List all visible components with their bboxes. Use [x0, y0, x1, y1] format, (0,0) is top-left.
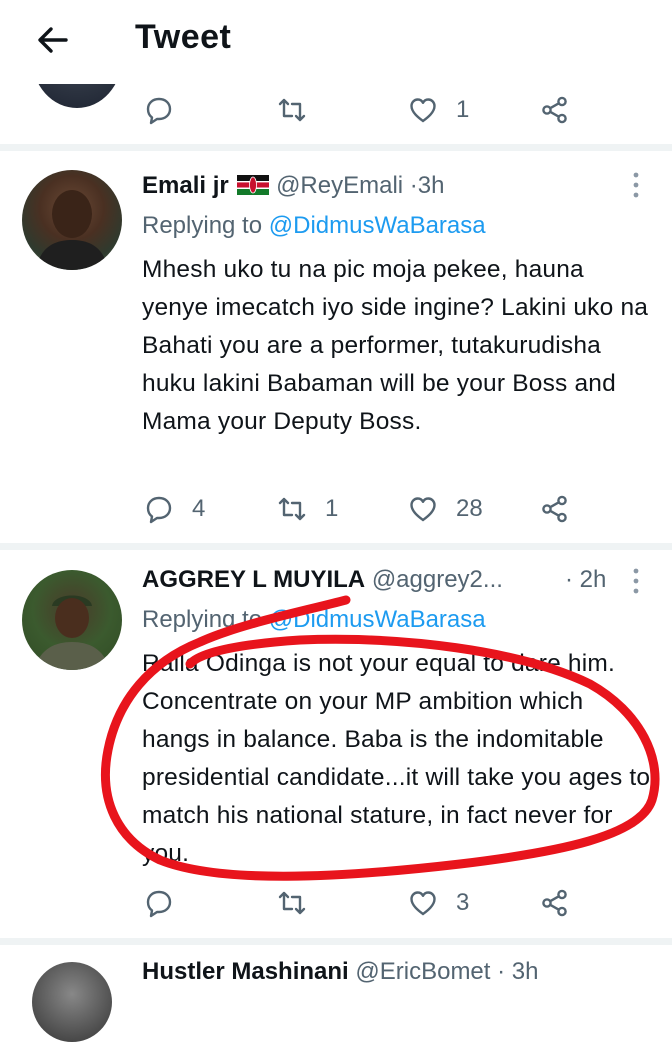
like-button[interactable]: 3	[408, 883, 469, 923]
tweet-time[interactable]: 2h	[580, 566, 607, 593]
back-button[interactable]	[32, 20, 72, 60]
tweet-divider	[0, 144, 672, 151]
tweet-header: AGGREY L MUYILA @aggrey2...	[142, 566, 503, 594]
like-button[interactable]: 1	[408, 90, 469, 130]
reply-icon	[146, 496, 172, 524]
action-bar: 4 1 28	[0, 489, 672, 529]
heart-icon	[410, 891, 436, 916]
avatar-person-icon	[36, 190, 108, 270]
tweet-time[interactable]: 3h	[418, 172, 445, 199]
replying-to-link[interactable]: @DidmusWaBarasa	[269, 212, 486, 239]
user-handle[interactable]: @EricBomet	[355, 958, 490, 985]
avatar[interactable]	[22, 570, 122, 670]
more-vertical-icon	[633, 172, 639, 198]
display-name[interactable]: Emali jr	[142, 172, 229, 199]
tweet-divider	[0, 938, 672, 945]
more-options-button[interactable]	[624, 566, 648, 596]
tweet-header: Emali jr @ReyEmali ·3h	[142, 172, 445, 200]
tweet-header: Hustler Mashinani @EricBomet · 3h	[142, 958, 539, 986]
share-icon	[542, 96, 567, 124]
tweet-text: Mhesh uko tu na pic moja pekee, hauna ye…	[142, 256, 649, 435]
share-button[interactable]	[540, 90, 570, 130]
kenya-flag-icon	[237, 174, 270, 195]
reply-icon	[146, 890, 172, 918]
action-bar: 3	[0, 883, 672, 923]
retweet-icon	[278, 891, 306, 915]
like-count: 3	[456, 889, 470, 916]
replying-to-link[interactable]: @DidmusWaBarasa	[269, 606, 486, 633]
more-vertical-icon	[633, 568, 639, 594]
reply-count: 4	[192, 495, 206, 522]
user-handle[interactable]: @aggrey2...	[372, 566, 503, 593]
retweet-icon	[278, 98, 306, 122]
display-name[interactable]: AGGREY L MUYILA	[142, 566, 365, 593]
like-count: 1	[456, 96, 470, 123]
dot-separator: ·	[409, 172, 418, 199]
replying-to-line: Replying to @DidmusWaBarasa	[142, 606, 486, 634]
page-title: Tweet	[135, 18, 232, 56]
replying-prefix: Replying to	[142, 606, 269, 633]
tweet-time-group: · 2h	[565, 566, 606, 594]
reply-icon	[146, 97, 172, 125]
reply-button[interactable]: 4	[144, 489, 205, 529]
like-button[interactable]: 28	[408, 489, 483, 529]
share-icon	[542, 889, 567, 917]
reply-button[interactable]	[144, 90, 174, 130]
dot-separator: ·	[497, 958, 506, 985]
share-button[interactable]	[540, 883, 570, 923]
heart-icon	[410, 98, 436, 123]
like-count: 28	[456, 495, 483, 522]
share-icon	[542, 495, 567, 523]
header-bar: Tweet	[0, 0, 672, 84]
tweet-divider	[0, 543, 672, 550]
heart-icon	[410, 497, 436, 522]
avatar[interactable]	[22, 170, 122, 270]
tweet-text: Raila Odinga is not your equal to dare h…	[142, 650, 651, 867]
retweet-icon	[278, 497, 306, 521]
display-name[interactable]: Hustler Mashinani	[142, 958, 349, 985]
user-handle[interactable]: @ReyEmali	[276, 172, 403, 199]
replying-to-line: Replying to @DidmusWaBarasa	[142, 212, 486, 240]
share-button[interactable]	[540, 489, 570, 529]
retweet-button[interactable]	[277, 90, 307, 130]
retweet-button[interactable]	[277, 883, 307, 923]
avatar-person-icon	[34, 595, 110, 670]
tweet-time[interactable]: 3h	[512, 958, 539, 985]
more-options-button[interactable]	[624, 170, 648, 200]
avatar[interactable]	[32, 962, 112, 1042]
back-arrow-icon	[38, 27, 68, 53]
dot-separator: ·	[565, 566, 573, 593]
reply-button[interactable]	[144, 883, 174, 923]
retweet-count: 1	[325, 495, 339, 522]
replying-prefix: Replying to	[142, 212, 269, 239]
retweet-button[interactable]: 1	[277, 489, 338, 529]
